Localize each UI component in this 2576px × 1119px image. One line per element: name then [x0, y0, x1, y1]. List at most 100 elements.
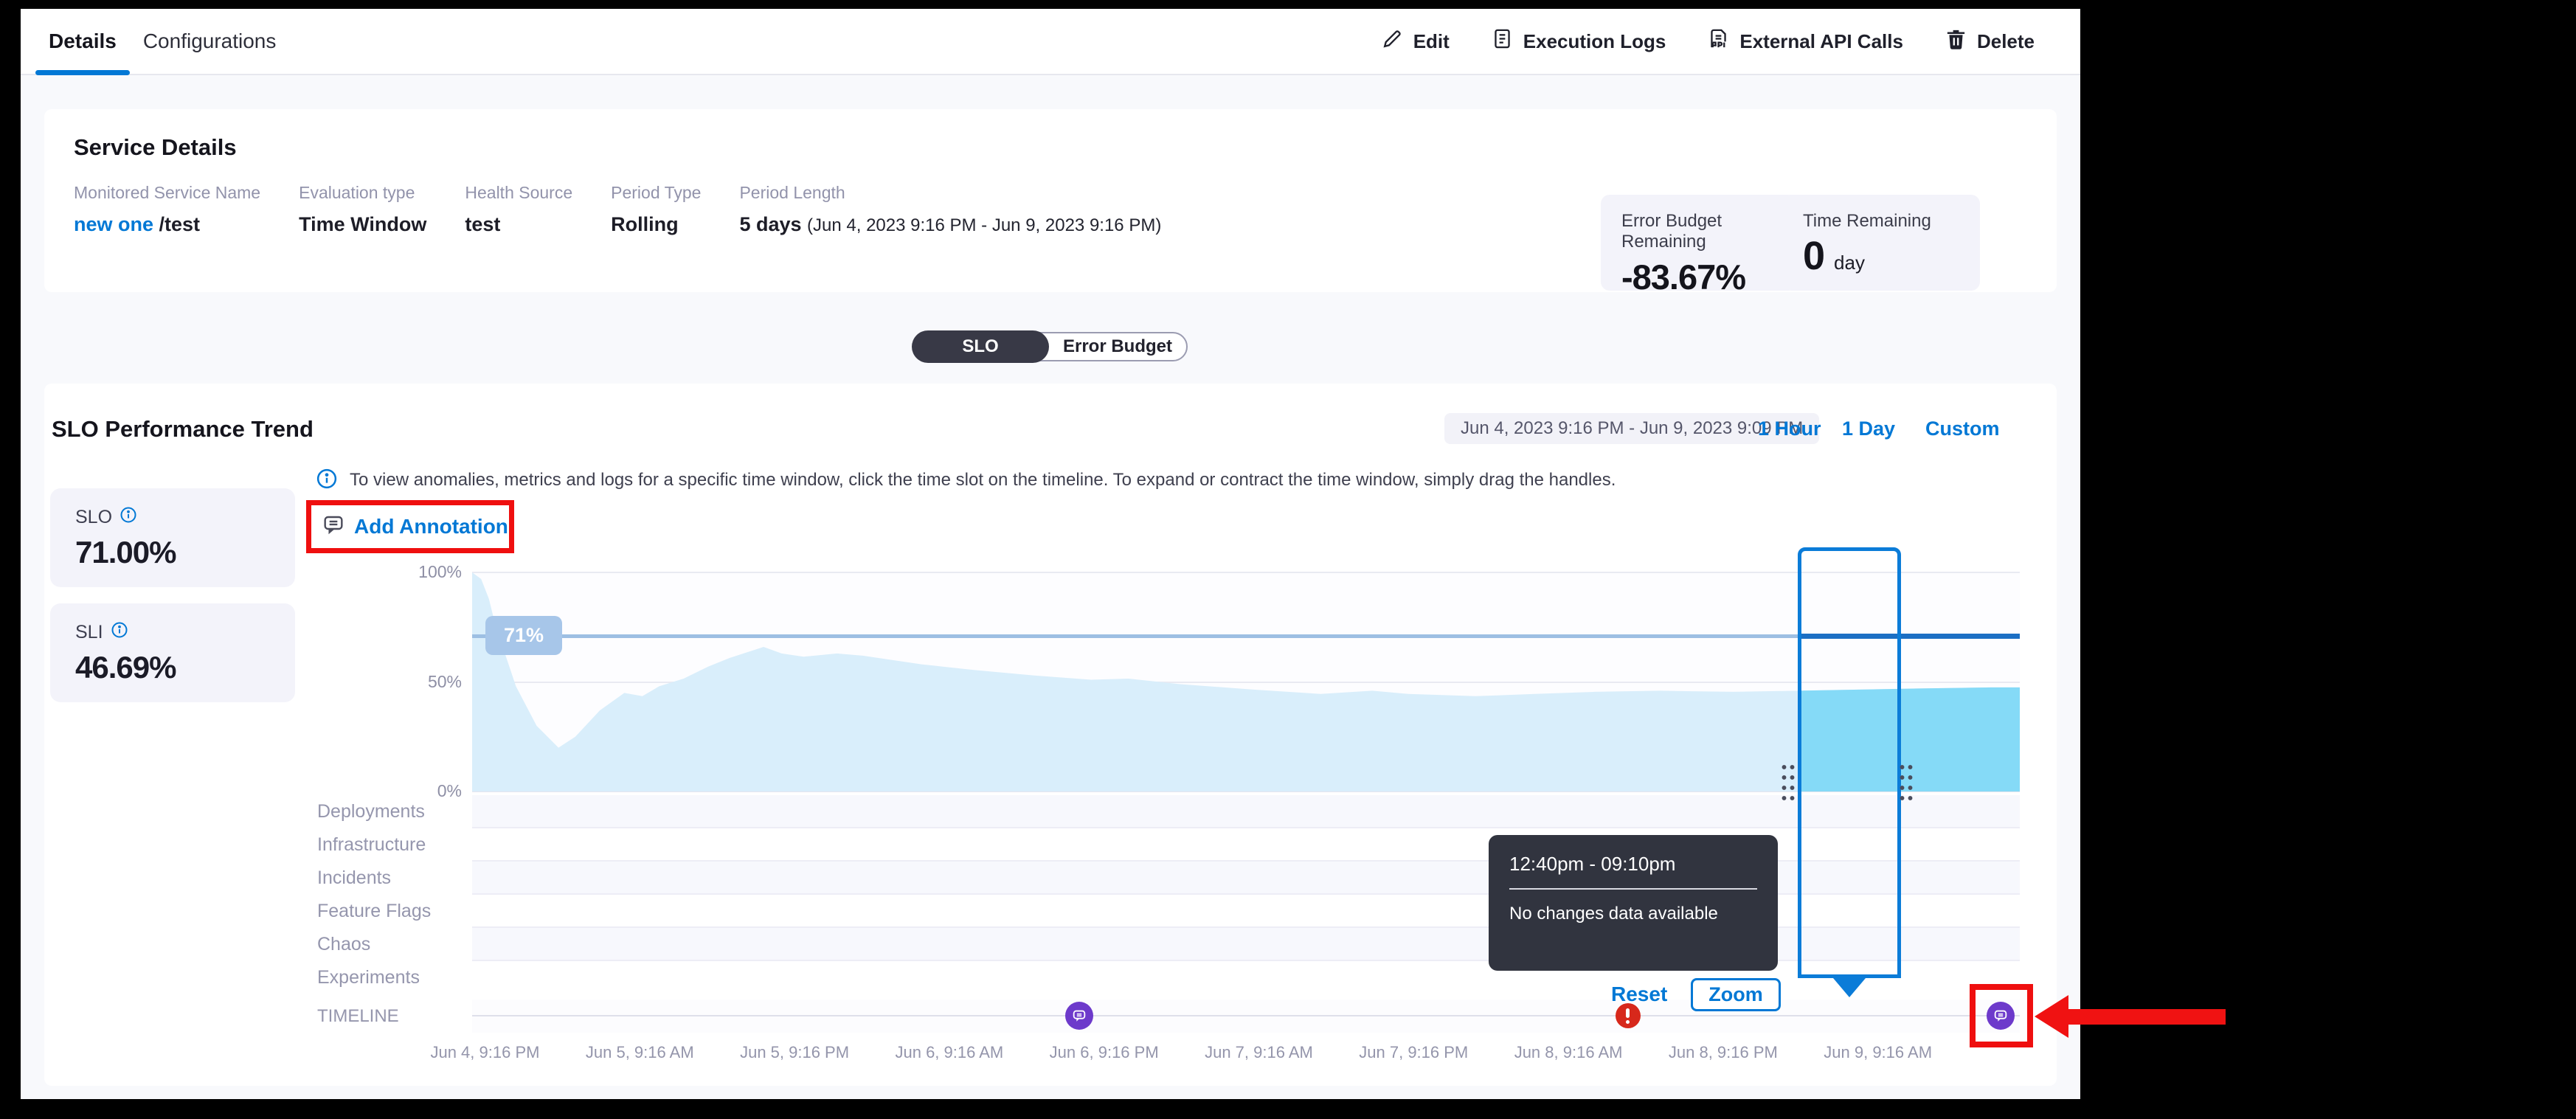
- tab-details[interactable]: Details: [35, 9, 130, 74]
- external-api-calls-label: External API Calls: [1739, 30, 1903, 53]
- chat-bubble-icon: [322, 513, 345, 541]
- x-tick-label: Jun 6, 9:16 PM: [1023, 1043, 1185, 1062]
- range-link-1day[interactable]: 1 Day: [1842, 418, 1895, 440]
- delete-button[interactable]: Delete: [1945, 27, 2035, 55]
- add-annotation-button[interactable]: Add Annotation: [322, 513, 508, 541]
- info-icon[interactable]: [111, 621, 128, 644]
- add-annotation-label: Add Annotation: [354, 515, 508, 538]
- tab-configurations[interactable]: Configurations: [130, 9, 290, 74]
- info-icon[interactable]: [316, 468, 338, 490]
- lane-infrastructure: [472, 828, 2020, 862]
- tab-bar: Details Configurations: [35, 9, 289, 74]
- field-value: Time Window: [299, 213, 426, 236]
- tooltip-divider: [1509, 888, 1757, 890]
- slo-target-line: [472, 634, 1798, 638]
- period-length-range: (Jun 4, 2023 9:16 PM - Jun 9, 2023 9:16 …: [807, 215, 1161, 235]
- service-details-title: Service Details: [74, 134, 237, 161]
- monitored-service-path: /test: [159, 213, 201, 235]
- time-remaining-card: Time Remaining 0 day: [1782, 195, 1980, 291]
- header-actions: Edit Execution Logs External API Calls D…: [1381, 27, 2035, 55]
- timeline-marker-error[interactable]: [1616, 1003, 1641, 1028]
- range-link-1hour[interactable]: 1 Hour: [1758, 418, 1821, 440]
- lane-label-incidents: Incidents: [317, 862, 469, 895]
- time-remaining-value: 0: [1803, 233, 1825, 279]
- y-tick-50: 50%: [397, 672, 462, 692]
- document-api-icon: [1707, 27, 1730, 55]
- lane-label-feature-flags: Feature Flags: [317, 895, 469, 928]
- field-evaluation-type: Evaluation type Time Window: [299, 183, 426, 236]
- pencil-icon: [1381, 27, 1404, 55]
- external-api-calls-button[interactable]: External API Calls: [1707, 27, 1903, 55]
- annotation-highlight-box-marker: [1970, 984, 2033, 1047]
- slo-target-badge: 71%: [485, 616, 562, 655]
- field-label: Period Length: [739, 183, 1161, 203]
- time-remaining-unit: day: [1834, 252, 1865, 274]
- range-link-custom[interactable]: Custom: [1925, 418, 2000, 440]
- field-label: Evaluation type: [299, 183, 426, 203]
- reset-button[interactable]: Reset: [1611, 983, 1667, 1006]
- document-icon: [1491, 27, 1514, 55]
- top-bar: Details Configurations Edit Execution Lo…: [21, 9, 2080, 75]
- zoom-button[interactable]: Zoom: [1691, 978, 1781, 1011]
- x-tick-label: Jun 7, 9:16 AM: [1177, 1043, 1340, 1062]
- annotation-chat-icon: [1071, 1008, 1087, 1024]
- trash-icon: [1945, 27, 1967, 55]
- timeline-label: TIMELINE: [317, 1000, 399, 1033]
- field-value: Rolling: [611, 213, 701, 236]
- tooltip-body: No changes data available: [1509, 904, 1757, 924]
- stat-label: Error Budget Remaining: [1621, 211, 1776, 252]
- toggle-option-slo[interactable]: SLO: [912, 330, 1049, 363]
- x-tick-label: Jun 8, 9:16 AM: [1487, 1043, 1649, 1062]
- sli-card: SLI 46.69%: [50, 603, 295, 702]
- execution-logs-label: Execution Logs: [1523, 30, 1666, 53]
- x-tick-label: Jun 6, 9:16 AM: [868, 1043, 1031, 1062]
- delete-label: Delete: [1977, 30, 2035, 53]
- x-tick-label: Jun 5, 9:16 PM: [713, 1043, 876, 1062]
- error-budget-remaining-card: Error Budget Remaining -83.67%: [1601, 195, 1797, 291]
- timeline-line: [472, 1015, 2020, 1016]
- annotation-arrow: [2066, 1009, 2226, 1025]
- y-tick-100: 100%: [397, 562, 462, 582]
- field-label: Monitored Service Name: [74, 183, 260, 203]
- x-tick-label: Jun 4, 9:16 PM: [404, 1043, 566, 1062]
- time-window-selection[interactable]: [1798, 547, 1901, 978]
- field-monitored-service: Monitored Service Name new one /test: [74, 183, 260, 236]
- toggle-option-error-budget[interactable]: Error Budget: [1049, 333, 1186, 360]
- x-tick-label: Jun 7, 9:16 PM: [1332, 1043, 1495, 1062]
- sli-card-label: SLI: [75, 622, 103, 643]
- lane-label-infrastructure: Infrastructure: [317, 828, 469, 862]
- field-label: Health Source: [465, 183, 572, 203]
- slo-card-label: SLO: [75, 507, 112, 528]
- x-tick-label: Jun 9, 9:16 AM: [1797, 1043, 1959, 1062]
- x-tick-label: Jun 8, 9:16 PM: [1642, 1043, 1804, 1062]
- annotation-highlight-box: Add Annotation: [306, 500, 514, 553]
- field-value: test: [465, 213, 572, 236]
- trend-title: SLO Performance Trend: [52, 416, 314, 443]
- field-label: Period Type: [611, 183, 701, 203]
- lane-chaos-experiments: [472, 928, 2020, 961]
- sli-card-value: 46.69%: [75, 650, 270, 685]
- error-budget-remaining-value: -83.67%: [1621, 257, 1776, 297]
- gridline-50: [472, 682, 2020, 683]
- info-icon[interactable]: [120, 506, 137, 529]
- changes-tooltip: 12:40pm - 09:10pm No changes data availa…: [1489, 835, 1778, 971]
- timeline-hint-text: To view anomalies, metrics and logs for …: [350, 470, 1616, 491]
- drag-handle-left[interactable]: [1779, 761, 1795, 801]
- lane-label-chaos-experiments: Chaos Experiments: [317, 928, 469, 961]
- field-health-source: Health Source test: [465, 183, 572, 236]
- edit-button[interactable]: Edit: [1381, 27, 1450, 55]
- lane-label-deployments: Deployments: [317, 795, 469, 828]
- execution-logs-button[interactable]: Execution Logs: [1491, 27, 1666, 55]
- field-period-type: Period Type Rolling: [611, 183, 701, 236]
- slo-card: SLO 71.00%: [50, 488, 295, 587]
- service-details-card: Service Details Monitored Service Name n…: [44, 109, 2057, 292]
- view-toggle: SLO Error Budget: [21, 332, 2080, 361]
- lane-feature-flags: [472, 895, 2020, 928]
- stat-label: Time Remaining: [1803, 211, 1959, 232]
- edit-label: Edit: [1413, 30, 1450, 53]
- drag-handle-right[interactable]: [1897, 761, 1913, 801]
- view-toggle-pill: SLO Error Budget: [913, 332, 1188, 361]
- monitored-service-link[interactable]: new one: [74, 213, 153, 235]
- app-panel: Details Configurations Edit Execution Lo…: [21, 9, 2080, 1099]
- x-tick-label: Jun 5, 9:16 AM: [558, 1043, 721, 1062]
